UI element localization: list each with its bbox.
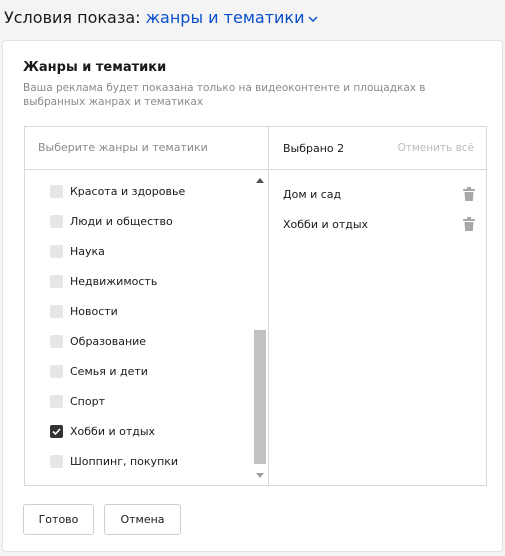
list-scrollbar[interactable]	[253, 170, 267, 485]
genre-item-education[interactable]: Образование	[50, 331, 146, 351]
genre-search-input[interactable]: Выберите жанры и тематики	[25, 127, 269, 170]
conditions-dropdown[interactable]: жанры и тематики	[146, 8, 319, 27]
genre-item-family-kids[interactable]: Семья и дети	[50, 361, 148, 381]
checkbox[interactable]	[50, 454, 63, 468]
genre-item-label: Красота и здоровье	[70, 184, 186, 198]
genre-item-label: Люди и общество	[70, 214, 173, 228]
checkbox-checked[interactable]	[50, 424, 63, 438]
selected-item: Хобби и отдых	[283, 214, 475, 234]
genre-item-hobby-leisure[interactable]: Хобби и отдых	[50, 421, 155, 441]
genre-list-pane: Выберите жанры и тематики Красота и здор…	[25, 127, 269, 485]
genre-item-science[interactable]: Наука	[50, 241, 105, 261]
genre-item-people-society[interactable]: Люди и общество	[50, 211, 173, 231]
selected-item: Дом и сад	[283, 184, 475, 204]
checkbox[interactable]	[50, 304, 63, 318]
genre-item-sport[interactable]: Спорт	[50, 391, 105, 411]
clear-all-link[interactable]: Отменить всё	[397, 142, 474, 154]
trash-icon[interactable]	[463, 187, 475, 201]
cancel-button[interactable]: Отмена	[104, 504, 181, 535]
checkbox[interactable]	[50, 394, 63, 408]
selected-item-label: Дом и сад	[283, 187, 342, 201]
checkbox[interactable]	[50, 244, 63, 258]
genres-card: Жанры и тематики Ваша реклама будет пока…	[2, 40, 503, 552]
genre-item-label: Наука	[70, 244, 105, 258]
scroll-down-arrow-icon[interactable]	[256, 473, 264, 478]
selected-count: Выбрано 2	[283, 142, 345, 155]
genre-item-shopping[interactable]: Шоппинг, покупки	[50, 451, 178, 471]
card-title: Жанры и тематики	[23, 60, 167, 75]
chevron-down-icon[interactable]	[308, 15, 319, 22]
scroll-up-arrow-icon[interactable]	[256, 178, 264, 183]
checkbox[interactable]	[50, 334, 63, 348]
selected-item-label: Хобби и отдых	[283, 217, 369, 231]
genre-list[interactable]: Красота и здоровье Люди и общество Наука…	[25, 170, 269, 485]
checkbox[interactable]	[50, 214, 63, 228]
genre-item-label: Спорт	[70, 394, 105, 408]
card-description: Ваша реклама будет показана только на ви…	[23, 82, 426, 108]
checkmark-icon	[52, 427, 61, 435]
selected-pane: Выбрано 2 Отменить всё Дом и сад Хобби и…	[270, 127, 486, 485]
scrollbar-thumb[interactable]	[254, 330, 266, 464]
genre-item-beauty-health[interactable]: Красота и здоровье	[50, 181, 185, 201]
checkbox[interactable]	[50, 184, 63, 198]
checkbox[interactable]	[50, 364, 63, 378]
selected-header: Выбрано 2 Отменить всё	[270, 127, 486, 170]
genre-item-label: Семья и дети	[70, 364, 148, 378]
genre-item-news[interactable]: Новости	[50, 301, 118, 321]
trash-icon[interactable]	[463, 217, 475, 231]
genre-item-label: Новости	[70, 304, 118, 318]
genre-item-label: Образование	[70, 334, 147, 348]
conditions-value[interactable]: жанры и тематики	[146, 8, 305, 27]
checkbox[interactable]	[50, 274, 63, 288]
done-button[interactable]: Готово	[23, 504, 94, 535]
genre-item-label: Шоппинг, покупки	[70, 454, 179, 468]
genre-item-label: Хобби и отдых	[70, 424, 156, 438]
genre-item-label: Недвижимость	[70, 274, 158, 288]
conditions-label: Условия показа:	[4, 8, 141, 27]
genre-picker: Выберите жанры и тематики Красота и здор…	[24, 126, 487, 486]
conditions-header: Условия показа: жанры и тематики	[4, 8, 319, 28]
genre-item-real-estate[interactable]: Недвижимость	[50, 271, 157, 291]
